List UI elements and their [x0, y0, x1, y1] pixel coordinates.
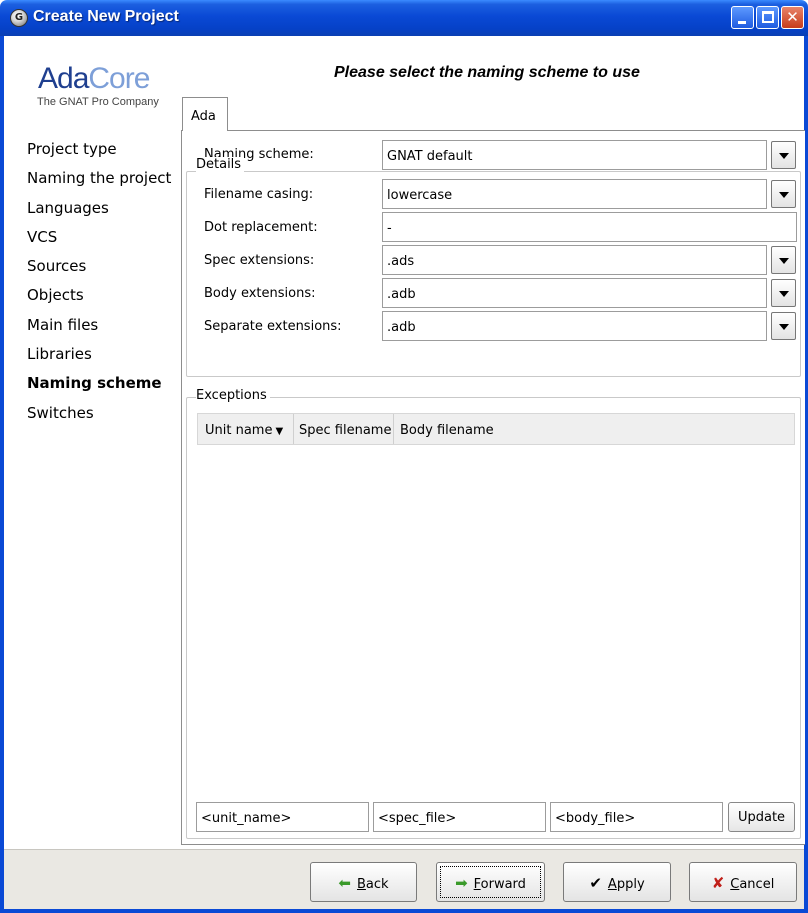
separate-extensions-label: Separate extensions: — [204, 319, 342, 334]
sort-down-icon: ▼ — [275, 426, 284, 437]
spec-file-input[interactable]: <spec_file> — [373, 802, 546, 832]
cancel-label: ancel — [739, 877, 775, 892]
tab-ada[interactable]: Ada — [182, 97, 228, 131]
window-frame-left — [0, 36, 4, 913]
checkmark-icon: ✔ — [589, 874, 602, 892]
column-unit-name[interactable]: Unit name ▼ — [198, 414, 294, 444]
step-naming-scheme[interactable]: Naming scheme — [27, 372, 171, 401]
close-icon: ✕ — [786, 8, 799, 26]
apply-button[interactable]: ✔ Apply — [563, 862, 671, 902]
step-vcs[interactable]: VCS — [27, 226, 171, 255]
apply-label: pply — [616, 877, 645, 892]
chevron-down-icon — [779, 324, 789, 330]
minimize-button[interactable] — [731, 6, 754, 29]
page-title: Please select the naming scheme to use — [334, 64, 640, 81]
window-titlebar[interactable]: G Create New Project ✕ — [0, 0, 808, 36]
minimize-icon — [738, 21, 746, 24]
exceptions-table[interactable] — [197, 413, 795, 800]
chevron-down-icon — [779, 258, 789, 264]
body-extensions-dropdown-button[interactable] — [771, 279, 796, 307]
unit-name-input[interactable]: <unit_name> — [196, 802, 369, 832]
x-icon: ✘ — [711, 874, 725, 892]
update-button[interactable]: Update — [728, 802, 795, 832]
arrow-right-icon: ➡ — [455, 874, 468, 892]
step-project-type[interactable]: Project type — [27, 138, 171, 167]
details-group-title: Details — [196, 157, 245, 172]
body-extensions-label: Body extensions: — [204, 286, 316, 301]
column-spec-filename[interactable]: Spec filename — [294, 414, 394, 444]
step-naming-project[interactable]: Naming the project — [27, 167, 171, 196]
maximize-button[interactable] — [756, 6, 779, 29]
filename-casing-dropdown-button[interactable] — [771, 180, 796, 208]
step-sources[interactable]: Sources — [27, 255, 171, 284]
dot-replacement-label: Dot replacement: — [204, 220, 318, 235]
dot-replacement-input[interactable]: - — [382, 212, 797, 242]
close-button[interactable]: ✕ — [781, 6, 804, 29]
window-frame-bottom — [0, 909, 808, 913]
step-languages[interactable]: Languages — [27, 197, 171, 226]
adacore-logo: AdaCore — [38, 62, 150, 96]
forward-mnemonic: F — [473, 877, 481, 892]
body-extensions-combo[interactable]: .adb — [382, 278, 767, 308]
logo-tagline: The GNAT Pro Company — [37, 96, 159, 108]
apply-mnemonic: A — [607, 877, 617, 892]
spec-extensions-dropdown-button[interactable] — [771, 246, 796, 274]
exceptions-group-title: Exceptions — [196, 388, 270, 403]
body-file-input[interactable]: <body_file> — [550, 802, 723, 832]
window-title: Create New Project — [33, 8, 179, 25]
forward-label: orward — [480, 877, 526, 892]
arrow-left-icon: ⬅ — [338, 874, 351, 892]
spec-extensions-combo[interactable]: .ads — [382, 245, 767, 275]
step-switches[interactable]: Switches — [27, 402, 171, 431]
column-body-filename[interactable]: Body filename — [394, 414, 594, 444]
separate-extensions-combo[interactable]: .adb — [382, 311, 767, 341]
back-mnemonic: B — [357, 877, 366, 892]
chevron-down-icon — [779, 192, 789, 198]
filename-casing-combo[interactable]: lowercase — [382, 179, 767, 209]
maximize-icon — [762, 11, 774, 23]
back-label: ack — [365, 877, 389, 892]
spec-extensions-label: Spec extensions: — [204, 253, 315, 268]
step-libraries[interactable]: Libraries — [27, 343, 171, 372]
separate-extensions-dropdown-button[interactable] — [771, 312, 796, 340]
chevron-down-icon — [779, 153, 789, 159]
step-main-files[interactable]: Main files — [27, 314, 171, 343]
forward-button[interactable]: ➡ Forward — [436, 862, 545, 902]
column-unit-name-label: Unit name — [205, 423, 273, 438]
naming-scheme-combo[interactable]: GNAT default — [382, 140, 767, 170]
cancel-button[interactable]: ✘ Cancel — [689, 862, 797, 902]
logo-text-core: Core — [88, 62, 150, 95]
exceptions-table-header: Unit name ▼ Spec filename Body filename — [197, 413, 795, 445]
naming-scheme-dropdown-button[interactable] — [771, 141, 796, 169]
cancel-mnemonic: C — [730, 877, 740, 892]
gps-icon: G — [10, 9, 28, 27]
filename-casing-label: Filename casing: — [204, 187, 314, 202]
chevron-down-icon — [779, 291, 789, 297]
back-button[interactable]: ⬅ Back — [310, 862, 417, 902]
logo-text-ada: Ada — [38, 62, 89, 95]
step-objects[interactable]: Objects — [27, 284, 171, 313]
wizard-steps: Project type Naming the project Language… — [27, 138, 171, 431]
